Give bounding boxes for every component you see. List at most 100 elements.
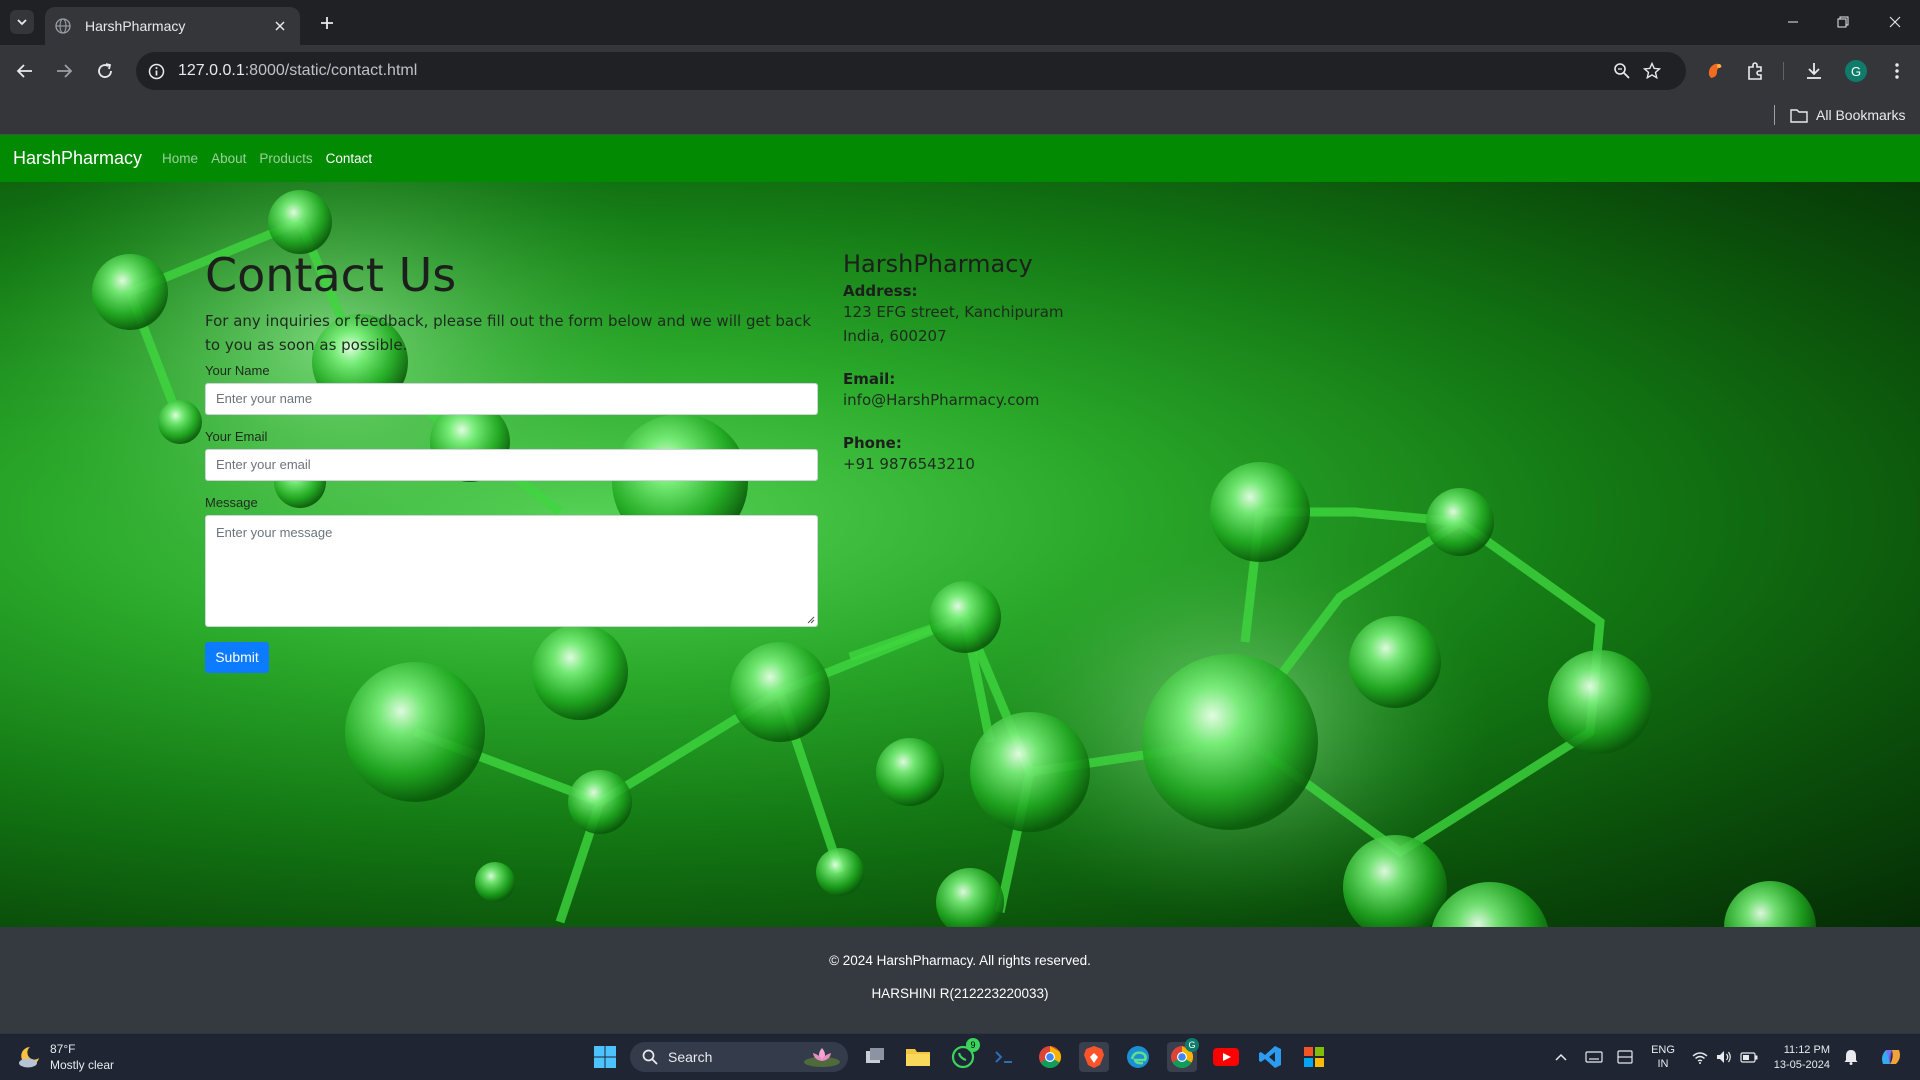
windows-icon: [594, 1046, 616, 1068]
nav-link-products[interactable]: Products: [259, 151, 312, 166]
chrome-app[interactable]: [1035, 1042, 1065, 1072]
weather-condition: Mostly clear: [50, 1058, 115, 1072]
chrome-icon: [1039, 1046, 1061, 1068]
window-close-button[interactable]: [1880, 10, 1910, 34]
zoom-icon[interactable]: [1612, 61, 1632, 81]
tab-title: HarshPharmacy: [85, 18, 186, 34]
nav-link-home[interactable]: Home: [162, 151, 198, 166]
address-label: Address:: [843, 282, 918, 300]
minimize-button[interactable]: [1778, 10, 1808, 34]
email-input[interactable]: Enter your email: [205, 448, 818, 481]
nav-link-about[interactable]: About: [211, 151, 246, 166]
profile-avatar[interactable]: G: [1843, 58, 1869, 84]
globe-icon: [55, 18, 71, 34]
phone-value: +91 9876543210: [843, 455, 975, 473]
quick-settings[interactable]: [1690, 1044, 1760, 1070]
brave-app[interactable]: [1079, 1042, 1109, 1072]
moon-cloud-icon: [19, 1047, 39, 1068]
footer-copyright: © 2024 HarshPharmacy. All rights reserve…: [829, 953, 1091, 968]
plus-icon: [321, 17, 333, 29]
store-app[interactable]: [1299, 1042, 1329, 1072]
terminal-app[interactable]: [990, 1042, 1020, 1072]
language-indicator[interactable]: ENG IN: [1648, 1044, 1678, 1070]
info-title: HarshPharmacy: [843, 250, 1033, 278]
submit-button[interactable]: Submit: [205, 641, 269, 673]
tray-overflow-button[interactable]: [1552, 1044, 1570, 1070]
chevron-down-icon: [17, 19, 27, 26]
close-icon: [1889, 16, 1901, 28]
message-label: Message: [205, 494, 258, 510]
search-icon: [642, 1049, 658, 1065]
task-view-button[interactable]: [860, 1042, 890, 1072]
email-label: Your Email: [205, 428, 268, 444]
resize-handle-icon[interactable]: [806, 615, 815, 624]
profile-initial: G: [1845, 60, 1867, 82]
close-icon[interactable]: [270, 16, 290, 36]
vscode-icon: [1259, 1046, 1281, 1068]
name-input[interactable]: Enter your name: [205, 382, 818, 415]
extensions-icon[interactable]: [1742, 58, 1768, 84]
contact-title: Contact Us: [205, 248, 457, 302]
folder-icon: [906, 1049, 930, 1066]
weather-widget[interactable]: 87°F Mostly clear: [16, 1041, 114, 1073]
menu-icon[interactable]: [1884, 58, 1910, 84]
terminal-icon: [995, 1051, 1012, 1063]
edge-app[interactable]: [1123, 1042, 1153, 1072]
message-textarea[interactable]: Enter your message: [205, 514, 818, 627]
email-info-label: Email:: [843, 370, 896, 388]
taskbar-search-label: Search: [668, 1049, 713, 1065]
chrome-profile-badge: G: [1185, 1038, 1199, 1052]
download-icon[interactable]: [1801, 58, 1827, 84]
volume-icon: [1717, 1051, 1731, 1063]
phone-label: Phone:: [843, 434, 902, 452]
new-tab-button[interactable]: [316, 12, 338, 34]
back-button[interactable]: [12, 58, 38, 84]
all-bookmarks-button[interactable]: All Bookmarks: [1790, 103, 1905, 127]
arrow-right-icon: [57, 64, 73, 78]
task-view-icon: [866, 1048, 884, 1063]
keyboard-tray-icon[interactable]: [1583, 1044, 1605, 1070]
web-page: HarshPharmacy Home About Products Contac…: [0, 135, 1920, 1033]
vscode-app[interactable]: [1255, 1042, 1285, 1072]
browser-tab[interactable]: HarshPharmacy: [45, 7, 300, 45]
windows-start-button[interactable]: [590, 1042, 620, 1072]
restore-button[interactable]: [1828, 10, 1858, 34]
clock-time: 11:12 PM: [1783, 1044, 1830, 1056]
language-line-1: ENG: [1651, 1044, 1675, 1056]
site-info-icon[interactable]: [146, 61, 166, 81]
forward-button[interactable]: [51, 58, 77, 84]
youtube-app[interactable]: [1211, 1042, 1241, 1072]
system-clock[interactable]: 11:12 PM 13-05-2024: [1770, 1043, 1830, 1073]
brave-icon: [1084, 1046, 1104, 1068]
notification-bell-icon[interactable]: [1840, 1044, 1862, 1070]
lotus-icon: [804, 1048, 840, 1067]
bookmarks-bar: All Bookmarks: [0, 97, 1920, 135]
whatsapp-app[interactable]: 9: [948, 1038, 980, 1072]
edge-icon: [1127, 1046, 1149, 1068]
file-explorer-app[interactable]: [903, 1042, 933, 1072]
minimize-icon: [1788, 21, 1798, 23]
contact-info-section: HarshPharmacy Address: 123 EFG street, K…: [843, 250, 1243, 476]
hero-background: Contact Us For any inquiries or feedback…: [0, 182, 1920, 927]
nav-link-contact[interactable]: Contact: [326, 151, 373, 166]
bookmark-star-icon[interactable]: [1642, 61, 1662, 81]
language-line-2: IN: [1657, 1058, 1669, 1070]
browser-toolbar: 127.0.0.1:8000/static/contact.html G: [0, 45, 1920, 97]
address-bar[interactable]: 127.0.0.1:8000/static/contact.html: [136, 52, 1686, 90]
clock-date: 13-05-2024: [1773, 1059, 1830, 1071]
email-placeholder: Enter your email: [216, 457, 311, 473]
footer-author: HARSHINI R(212223220033): [871, 986, 1049, 1001]
restore-icon: [1837, 16, 1849, 28]
taskbar-search[interactable]: Search: [630, 1042, 848, 1072]
display-tray-icon[interactable]: [1614, 1044, 1636, 1070]
extension-brave-icon[interactable]: [1702, 58, 1728, 84]
windows-taskbar: 87°F Mostly clear Search 9 G ENG IN 11:1…: [0, 1033, 1920, 1080]
site-brand[interactable]: HarshPharmacy: [13, 148, 142, 169]
copilot-icon[interactable]: [1876, 1044, 1906, 1070]
wifi-icon: [1692, 1051, 1708, 1064]
reload-button[interactable]: [92, 58, 118, 84]
message-placeholder: Enter your message: [216, 524, 333, 540]
chrome-profile-app[interactable]: G: [1167, 1038, 1199, 1072]
tab-search-button[interactable]: [10, 10, 34, 34]
contact-form-section: Contact Us For any inquiries or feedback…: [205, 250, 818, 673]
